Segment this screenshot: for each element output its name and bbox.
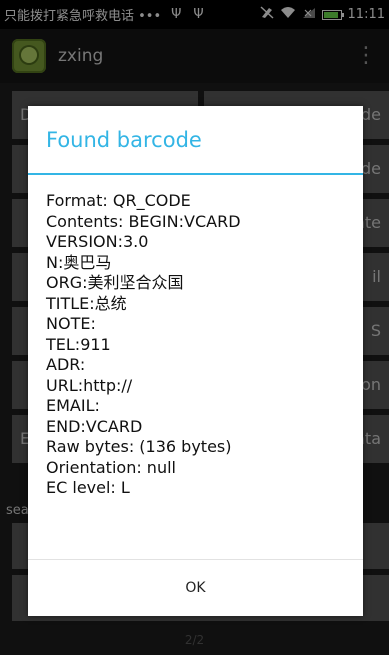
ok-button[interactable]: OK <box>28 559 363 616</box>
found-barcode-dialog: Found barcode Format: QR_CODE Contents: … <box>28 106 363 616</box>
dialog-message: Format: QR_CODE Contents: BEGIN:VCARD VE… <box>28 175 363 499</box>
result-line: Raw bytes: (136 bytes) <box>46 437 232 456</box>
result-line: EMAIL: <box>46 396 100 415</box>
result-line: END:VCARD <box>46 416 143 436</box>
result-line: TITLE:总统 <box>46 293 127 313</box>
result-line: VERSION:3.0 <box>46 232 149 251</box>
result-line: Format: QR_CODE <box>46 191 191 210</box>
result-line: EC level: L <box>46 478 130 497</box>
result-line: ORG:美利坚合众国 <box>46 273 184 292</box>
result-line: Contents: BEGIN:VCARD <box>46 211 241 231</box>
result-line: NOTE: <box>46 314 96 333</box>
result-line: TEL:911 <box>46 334 111 354</box>
result-line: Orientation: null <box>46 457 176 477</box>
result-line: ADR: <box>46 355 86 374</box>
result-line: URL:http:// <box>46 375 133 395</box>
result-line: N:奥巴马 <box>46 252 112 272</box>
dialog-title: Found barcode <box>28 106 363 175</box>
